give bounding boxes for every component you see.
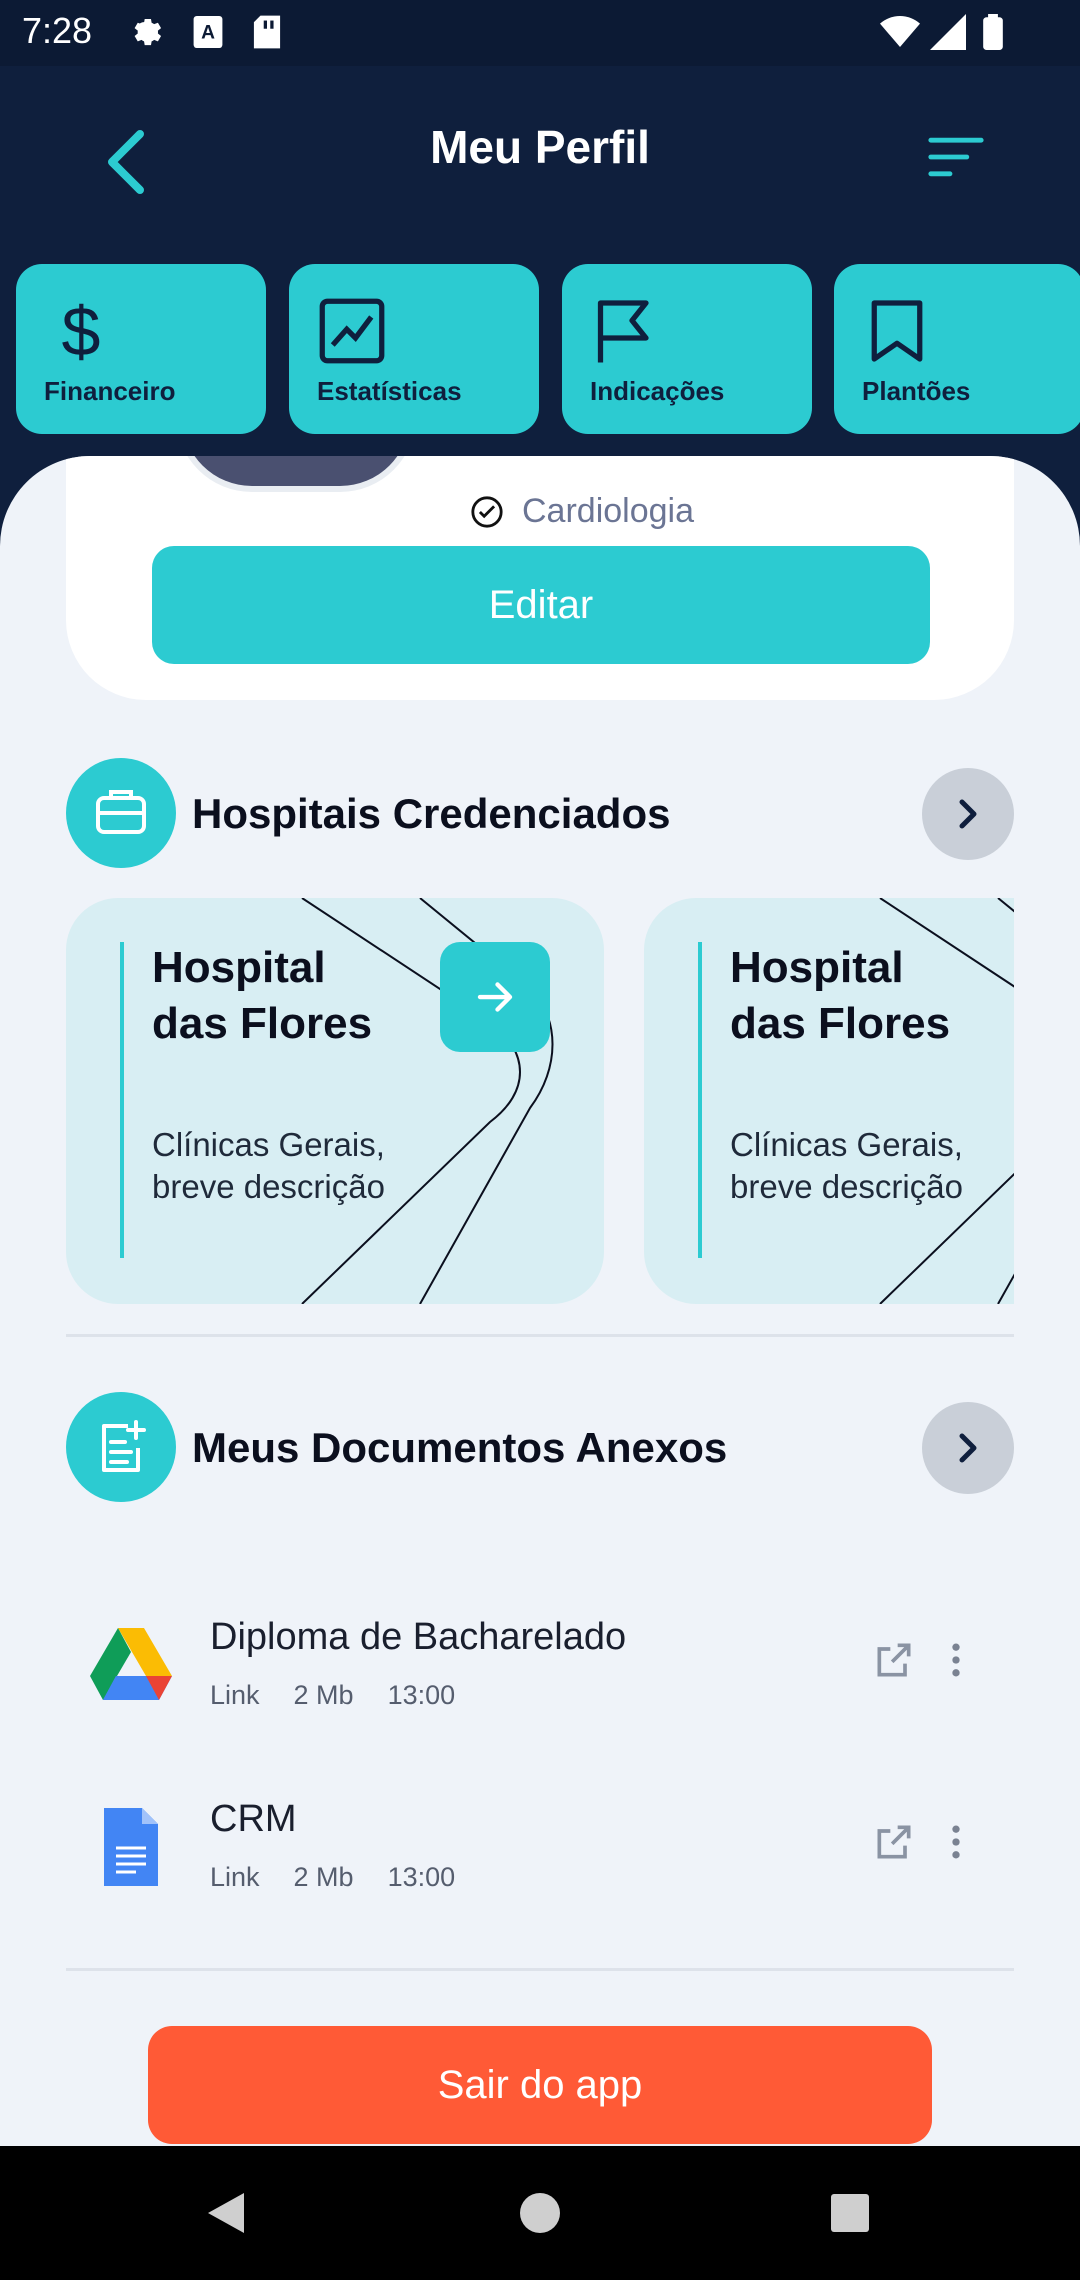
specialty: Cardiologia xyxy=(470,492,694,531)
document-type: Link xyxy=(210,1680,260,1710)
tab-label: Indicações xyxy=(590,376,725,406)
status-bar: 7:28 A xyxy=(0,0,1080,66)
document-name: CRM xyxy=(210,1798,297,1840)
document-time: 13:00 xyxy=(387,1680,456,1710)
arrow-right-icon xyxy=(477,982,513,1012)
battery-icon xyxy=(983,14,1003,50)
profile-sheet: Cardiologia Editar Hospitais Credenciado… xyxy=(0,456,1080,2146)
hospital-name: Hospital das Flores xyxy=(730,943,951,1048)
more-vert-icon[interactable] xyxy=(934,1820,978,1864)
circle-home-icon xyxy=(520,2193,560,2233)
document-item[interactable]: CRM Link 2 Mb 13:00 xyxy=(66,1780,1014,1920)
chevron-right-icon xyxy=(959,799,977,829)
check-circle-icon xyxy=(471,495,503,528)
wifi-icon xyxy=(880,16,920,47)
hospitals-see-all-button[interactable] xyxy=(922,768,1014,860)
tab-label: Plantões xyxy=(862,376,971,406)
tab-label: Estatísticas xyxy=(317,376,462,406)
more-vert-icon[interactable] xyxy=(934,1638,978,1682)
page-title: Meu Perfil xyxy=(430,121,650,173)
tab-indicacoes[interactable]: Indicações xyxy=(562,264,812,434)
open-hospital-button[interactable] xyxy=(440,942,550,1052)
divider xyxy=(66,1334,1014,1337)
app-header: Meu Perfil xyxy=(0,66,1080,266)
hospital-description: Clínicas Gerais, breve descrição xyxy=(730,1126,963,1205)
document-add-icon xyxy=(66,1392,176,1502)
accessibility-icon: A xyxy=(193,16,223,48)
documents-see-all-button[interactable] xyxy=(922,1402,1014,1494)
avatar xyxy=(176,456,416,492)
document-name: Diploma de Bacharelado xyxy=(210,1616,627,1658)
chart-icon xyxy=(319,298,385,364)
profile-card: Cardiologia Editar xyxy=(66,456,1014,700)
hospital-card[interactable]: Hospital das Flores Clínicas Gerais, bre… xyxy=(644,898,1014,1304)
filter-menu-icon[interactable] xyxy=(926,132,986,182)
specialty-label: Cardiologia xyxy=(522,492,694,530)
nav-recents-button[interactable] xyxy=(790,2146,910,2280)
hospitals-section-header: Hospitais Credenciados xyxy=(66,758,1014,868)
tab-financeiro[interactable]: $ Financeiro xyxy=(16,264,266,434)
document-time: 13:00 xyxy=(387,1862,456,1892)
divider xyxy=(66,1968,1014,1971)
document-size: 2 Mb xyxy=(293,1680,354,1710)
hospital-carousel[interactable]: Hospital das Flores Clínicas Gerais, bre… xyxy=(66,898,1014,1304)
edit-button[interactable]: Editar xyxy=(152,546,930,664)
bookmark-icon xyxy=(871,300,923,362)
settings-icon xyxy=(134,18,162,46)
hospital-card[interactable]: Hospital das Flores Clínicas Gerais, bre… xyxy=(66,898,604,1304)
tab-label: Financeiro xyxy=(44,376,176,406)
documents-title: Meus Documentos Anexos xyxy=(192,1424,728,1471)
open-external-icon[interactable] xyxy=(872,1638,916,1682)
hospital-description: Clínicas Gerais, breve descrição xyxy=(152,1126,385,1205)
flag-icon xyxy=(597,300,649,363)
document-item[interactable]: Diploma de Bacharelado Link 2 Mb 13:00 xyxy=(66,1598,1014,1738)
google-drive-icon xyxy=(90,1628,172,1700)
quick-tabs: $ Financeiro Estatísticas Indicações Pla… xyxy=(0,264,1080,434)
tab-estatisticas[interactable]: Estatísticas xyxy=(289,264,539,434)
svg-text:$: $ xyxy=(62,296,101,366)
triangle-back-icon xyxy=(208,2193,244,2233)
open-external-icon[interactable] xyxy=(872,1820,916,1864)
system-nav-bar xyxy=(0,2146,1080,2280)
dollar-icon: $ xyxy=(62,296,101,366)
card-accent-bar xyxy=(120,942,124,1258)
svg-text:A: A xyxy=(201,22,215,43)
document-type: Link xyxy=(210,1862,260,1892)
tab-plantoes[interactable]: Plantões xyxy=(834,264,1080,434)
document-size: 2 Mb xyxy=(293,1862,354,1892)
chevron-right-icon xyxy=(959,1433,977,1463)
hospitals-title: Hospitais Credenciados xyxy=(192,790,671,837)
square-recents-icon xyxy=(831,2194,869,2232)
briefcase-icon xyxy=(66,758,176,868)
documents-section-header: Meus Documentos Anexos xyxy=(66,1392,1014,1502)
nav-back-button[interactable] xyxy=(166,2146,286,2280)
nav-home-button[interactable] xyxy=(480,2146,600,2280)
hospital-name: Hospital das Flores xyxy=(152,943,373,1048)
google-docs-icon xyxy=(104,1808,158,1886)
card-accent-bar xyxy=(698,942,702,1258)
status-time: 7:28 xyxy=(22,10,93,51)
document-meta: Link 2 Mb 13:00 xyxy=(210,1862,455,1893)
document-meta: Link 2 Mb 13:00 xyxy=(210,1680,455,1711)
sd-card-icon xyxy=(253,15,281,49)
logout-button[interactable]: Sair do app xyxy=(148,2026,932,2144)
signal-icon xyxy=(930,14,966,50)
